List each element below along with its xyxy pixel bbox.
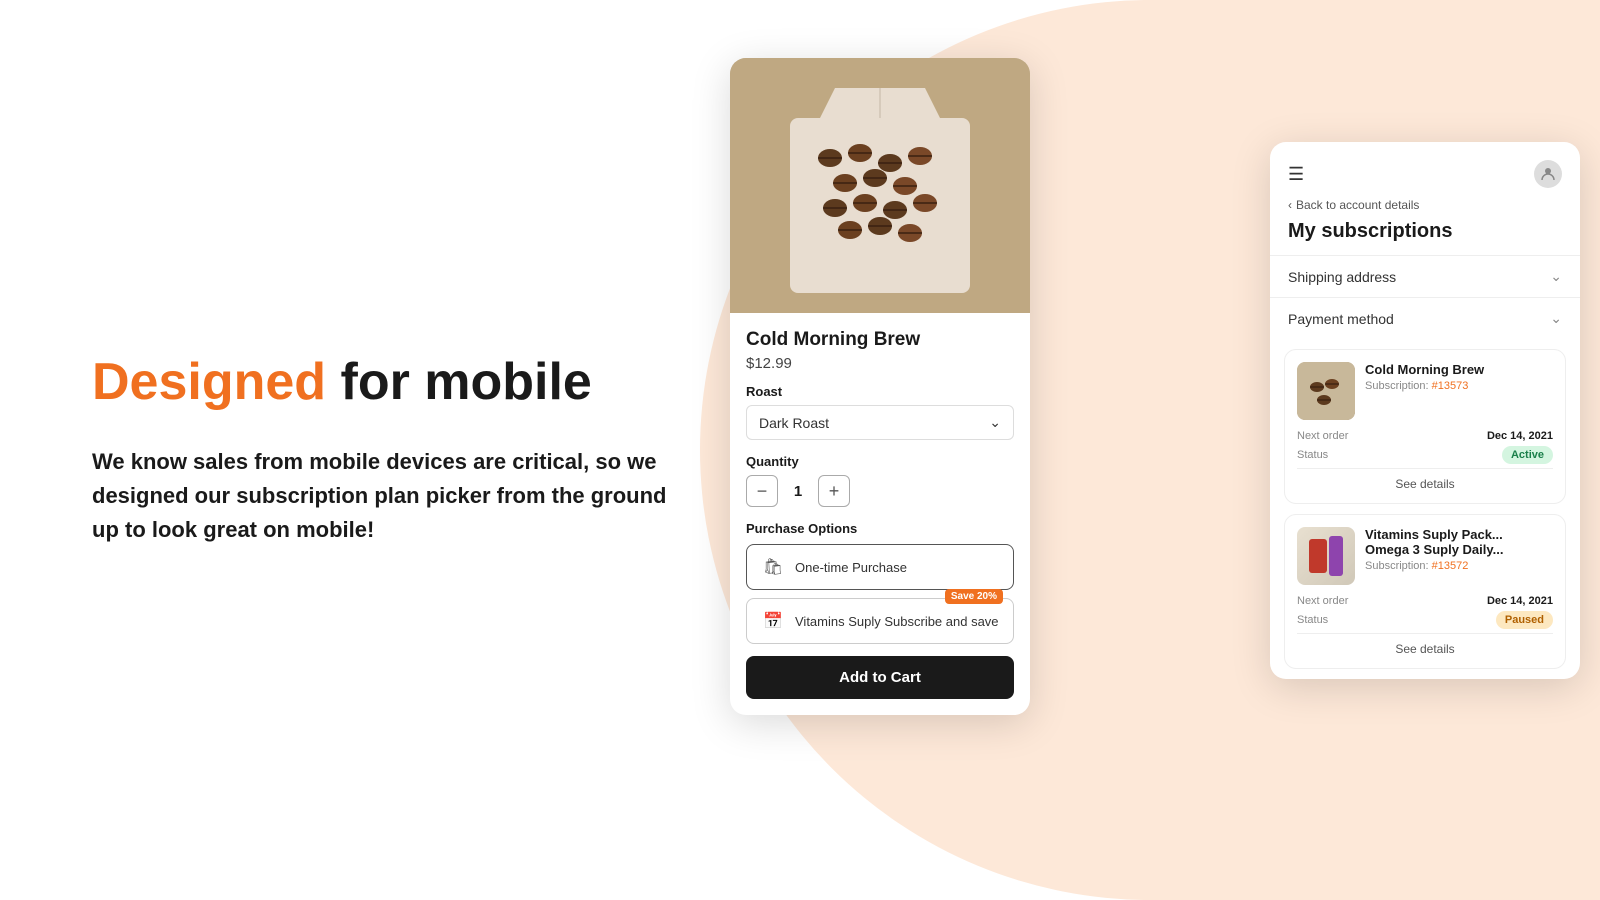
chevron-left-icon: ‹ [1288, 198, 1292, 212]
subscription-card-1-info: Cold Morning Brew Subscription: #13573 [1365, 362, 1553, 420]
roast-select[interactable]: Dark Roast ⌄ [746, 405, 1014, 440]
sub-card-1-sub-label: Subscription: [1365, 380, 1429, 392]
product-price: $12.99 [746, 355, 1014, 372]
roast-value: Dark Roast [759, 415, 829, 431]
sub-card-2-next-order-row: Next order Dec 14, 2021 [1297, 595, 1553, 607]
shipping-address-label: Shipping address [1288, 269, 1396, 285]
sub-card-2-name-line1: Vitamins Suply Pack... [1365, 527, 1503, 542]
card-body: Cold Morning Brew $12.99 Roast Dark Roas… [730, 313, 1030, 715]
headline: Designed for mobile [92, 353, 772, 413]
status-badge-2: Paused [1496, 611, 1553, 629]
sub-card-2-sub-number[interactable]: #13572 [1432, 560, 1469, 572]
subscriptions-title: My subscriptions [1270, 216, 1580, 255]
quantity-section: Quantity − 1 + [746, 454, 1014, 507]
subscription-card-2-info: Vitamins Suply Pack... Omega 3 Suply Dai… [1365, 527, 1553, 585]
next-order-value-2: Dec 14, 2021 [1487, 595, 1553, 607]
one-time-purchase-option[interactable]: 🛍 One-time Purchase [746, 544, 1014, 590]
headline-rest: for mobile [326, 353, 592, 411]
next-order-label-2: Next order [1297, 595, 1348, 607]
subscription-card-1-top: Cold Morning Brew Subscription: #13573 [1297, 362, 1553, 420]
roast-label: Roast [746, 384, 1014, 399]
quantity-value: 1 [788, 483, 808, 500]
payment-chevron-icon: ⌄ [1550, 310, 1562, 327]
payment-method-accordion[interactable]: Payment method ⌄ [1270, 297, 1580, 339]
sub-card-1-next-order-row: Next order Dec 14, 2021 [1297, 430, 1553, 442]
user-icon[interactable] [1534, 160, 1562, 188]
sub-card-1-sub-number[interactable]: #13573 [1432, 380, 1469, 392]
back-to-account-link[interactable]: ‹ Back to account details [1270, 198, 1580, 216]
sub-card-1-name: Cold Morning Brew [1365, 362, 1553, 377]
next-order-label-1: Next order [1297, 430, 1348, 442]
product-name: Cold Morning Brew [746, 329, 1014, 351]
one-time-purchase-label: One-time Purchase [795, 560, 907, 575]
subscription-card-1: Cold Morning Brew Subscription: #13573 N… [1284, 349, 1566, 504]
coffee-bag-svg [730, 58, 1030, 313]
product-image [730, 58, 1030, 313]
product-card-mockup: Cold Morning Brew $12.99 Roast Dark Roas… [730, 58, 1030, 715]
plus-icon: + [829, 481, 840, 502]
subscription-panel-header: ☰ [1270, 142, 1580, 198]
left-section: Designed for mobile We know sales from m… [92, 0, 772, 900]
quantity-label: Quantity [746, 454, 1014, 469]
subscription-cards-list: Cold Morning Brew Subscription: #13573 N… [1270, 339, 1580, 679]
payment-method-label: Payment method [1288, 311, 1394, 327]
subscription-card-2: Vitamins Suply Pack... Omega 3 Suply Dai… [1284, 514, 1566, 669]
back-link-text: Back to account details [1296, 198, 1419, 212]
subscription-card-1-image [1297, 362, 1355, 420]
subscribe-save-label: Vitamins Suply Subscribe and save [795, 614, 999, 629]
subtext: We know sales from mobile devices are cr… [92, 445, 672, 547]
vitamin-can [1309, 539, 1327, 573]
sub-card-2-status-row: Status Paused [1297, 611, 1553, 629]
subscription-panel-mockup: ☰ ‹ Back to account details My subscript… [1270, 142, 1580, 679]
quantity-increase-button[interactable]: + [818, 475, 850, 507]
status-label-1: Status [1297, 449, 1328, 461]
quantity-decrease-button[interactable]: − [746, 475, 778, 507]
see-details-link-2[interactable]: See details [1297, 633, 1553, 656]
sub-card-2-name: Vitamins Suply Pack... Omega 3 Suply Dai… [1365, 527, 1553, 557]
subscription-card-2-top: Vitamins Suply Pack... Omega 3 Suply Dai… [1297, 527, 1553, 585]
calendar-icon: 📅 [761, 609, 785, 633]
shipping-chevron-icon: ⌄ [1550, 268, 1562, 285]
subscription-card-2-image [1297, 527, 1355, 585]
see-details-link-1[interactable]: See details [1297, 468, 1553, 491]
status-badge-1: Active [1502, 446, 1553, 464]
purchase-options-label: Purchase Options [746, 521, 1014, 536]
vitamin-bottle [1329, 536, 1343, 576]
shopping-bag-icon: 🛍 [761, 555, 785, 579]
sub-card-2-sub-label: Subscription: [1365, 560, 1429, 572]
shipping-address-accordion[interactable]: Shipping address ⌄ [1270, 255, 1580, 297]
next-order-value-1: Dec 14, 2021 [1487, 430, 1553, 442]
sub-card-1-status-row: Status Active [1297, 446, 1553, 464]
minus-icon: − [757, 481, 768, 502]
roast-chevron-icon: ⌄ [989, 414, 1001, 431]
save-badge: Save 20% [945, 589, 1003, 604]
menu-icon[interactable]: ☰ [1288, 164, 1304, 185]
right-section: Cold Morning Brew $12.99 Roast Dark Roas… [680, 0, 1600, 900]
subscribe-save-option[interactable]: Save 20% 📅 Vitamins Suply Subscribe and … [746, 598, 1014, 644]
sub-card-2-name-line2: Omega 3 Suply Daily... [1365, 542, 1503, 557]
add-to-cart-button[interactable]: Add to Cart [746, 656, 1014, 699]
sub-card-2-link: Subscription: #13572 [1365, 560, 1553, 572]
sub-card-1-link: Subscription: #13573 [1365, 380, 1553, 392]
quantity-controls: − 1 + [746, 475, 1014, 507]
headline-highlight: Designed [92, 353, 326, 411]
status-label-2: Status [1297, 614, 1328, 626]
